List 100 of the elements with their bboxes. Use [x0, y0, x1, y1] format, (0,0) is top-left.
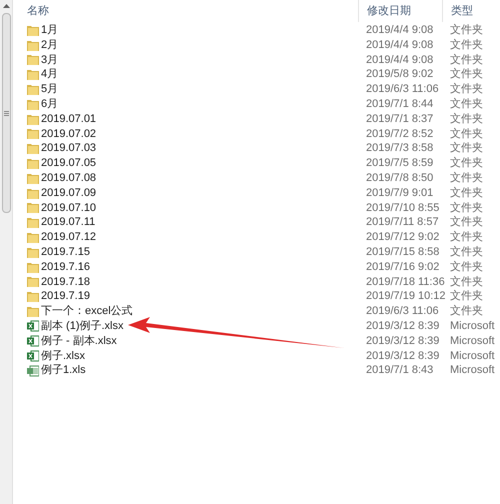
file-type: Microsoft: [449, 318, 496, 334]
modified-date: 2019/7/18 11:36: [365, 274, 442, 290]
modified-date: 2019/7/3 8:58: [365, 141, 434, 156]
modified-date: 2019/4/4 9:08: [365, 23, 434, 38]
folder-icon: [27, 143, 39, 154]
file-type: 文件夹: [449, 82, 484, 98]
folder-icon: [27, 262, 39, 272]
modified-date: 2019/7/10 8:55: [365, 200, 440, 216]
file-type: 文件夹: [449, 126, 484, 142]
file-name[interactable]: 5月: [41, 81, 58, 98]
file-type: 文件夹: [449, 52, 484, 68]
file-name[interactable]: 2019.7.16: [41, 258, 90, 276]
file-type: 文件夹: [449, 112, 484, 127]
file-name[interactable]: 4月: [41, 66, 58, 83]
file-name[interactable]: 2019.07.02: [41, 126, 96, 142]
folder-icon: [27, 188, 39, 199]
file-name[interactable]: 例子.xlsx: [41, 348, 85, 364]
spreadsheet-icon: [27, 350, 39, 362]
file-type: 文件夹: [449, 200, 484, 216]
file-name[interactable]: 6月: [41, 96, 58, 112]
column-header[interactable]: 修改日期: [358, 0, 442, 22]
file-name[interactable]: 2019.07.05: [41, 155, 96, 172]
file-type: 文件夹: [449, 156, 484, 172]
modified-date: 2019/7/8 8:50: [365, 170, 434, 186]
spreadsheet-icon: [27, 320, 39, 332]
grip-icon: [4, 110, 8, 116]
file-type: 文件夹: [449, 260, 484, 275]
file-name[interactable]: 2019.7.15: [41, 244, 90, 260]
modified-date: 2019/7/1 8:43: [365, 363, 434, 378]
file-type: 文件夹: [449, 186, 484, 201]
folder-icon: [27, 24, 39, 36]
folder-icon: [27, 217, 39, 228]
file-name[interactable]: 3月: [41, 52, 58, 68]
scroll-up-icon[interactable]: [2, 4, 10, 9]
file-name[interactable]: 2019.7.19: [41, 288, 90, 305]
file-name[interactable]: 2019.07.10: [41, 200, 96, 216]
folder-icon: [27, 291, 39, 302]
modified-date: 2019/3/12 8:39: [365, 348, 440, 364]
folder-icon: [27, 69, 39, 80]
folder-icon: [27, 172, 39, 184]
file-name[interactable]: 2019.07.12: [41, 229, 96, 246]
folder-icon: [27, 246, 39, 258]
folder-icon: [27, 84, 39, 95]
folder-icon: [27, 232, 39, 243]
file-name[interactable]: 副本 (1)例子.xlsx: [41, 318, 124, 334]
folder-icon: [27, 128, 39, 140]
column-header[interactable]: 类型: [442, 0, 500, 22]
folder-icon: [27, 202, 39, 214]
modified-date: 2019/7/1 8:44: [365, 96, 434, 112]
folder-icon: [27, 40, 39, 51]
file-type: 文件夹: [449, 230, 484, 246]
modified-date: 2019/7/5 8:59: [365, 156, 434, 172]
modified-date: 2019/7/9 9:01: [365, 186, 434, 201]
file-name[interactable]: 例子 - 副本.xlsx: [41, 332, 117, 350]
file-type: Microsoft: [449, 363, 496, 378]
file-name[interactable]: 2019.07.01: [41, 110, 96, 128]
modified-date: 2019/3/12 8:39: [365, 318, 440, 334]
file-type: 文件夹: [449, 38, 484, 53]
modified-date: 2019/5/8 9:02: [365, 67, 434, 82]
scrollbar-thumb[interactable]: [2, 13, 10, 213]
folder-icon: [27, 98, 39, 110]
modified-date: 2019/7/11 8:57: [365, 215, 440, 230]
file-name[interactable]: 2019.07.09: [41, 184, 96, 202]
file-name[interactable]: 2019.07.03: [41, 140, 96, 157]
modified-date: 2019/4/4 9:08: [365, 52, 434, 68]
folder-icon: [27, 114, 39, 125]
modified-date: 2019/7/16 9:02: [365, 260, 440, 275]
file-type: Microsoft: [449, 334, 496, 349]
spreadsheet-icon: [27, 364, 39, 377]
column-header[interactable]: 名称: [13, 0, 358, 22]
file-type: 文件夹: [449, 140, 484, 156]
modified-date: 2019/4/4 9:08: [365, 38, 434, 53]
file-type: 文件夹: [449, 214, 484, 230]
file-name[interactable]: 2019.07.08: [41, 170, 96, 186]
file-name[interactable]: 2月: [41, 36, 58, 54]
file-type: 文件夹: [449, 170, 484, 186]
file-name[interactable]: 2019.7.18: [41, 274, 90, 290]
modified-date: 2019/6/3 11:06: [365, 82, 440, 98]
folder-icon: [27, 158, 39, 169]
modified-date: 2019/3/12 8:39: [365, 334, 440, 349]
modified-date: 2019/7/12 9:02: [365, 230, 440, 246]
modified-date: 2019/7/15 8:58: [365, 244, 440, 260]
modified-date: 2019/6/3 11:06: [365, 304, 440, 320]
file-name[interactable]: 下一个：excel公式: [41, 303, 133, 320]
file-type: 文件夹: [449, 274, 484, 290]
file-type: 文件夹: [449, 22, 484, 38]
file-type: 文件夹: [449, 96, 484, 112]
file-type: 文件夹: [449, 304, 484, 320]
file-type: 文件夹: [449, 244, 484, 260]
file-name[interactable]: 2019.07.11: [41, 214, 96, 231]
modified-date: 2019/7/2 8:52: [365, 126, 434, 142]
file-name[interactable]: 1月: [41, 22, 58, 38]
modified-date: 2019/7/1 8:37: [365, 112, 434, 127]
spreadsheet-icon: [27, 334, 39, 347]
folder-icon: [27, 54, 39, 66]
folder-icon: [27, 276, 39, 288]
file-type: 文件夹: [449, 66, 484, 82]
scrollbar[interactable]: [0, 0, 13, 504]
file-type: Microsoft: [449, 348, 496, 364]
file-name[interactable]: 例子1.xls: [41, 362, 86, 379]
